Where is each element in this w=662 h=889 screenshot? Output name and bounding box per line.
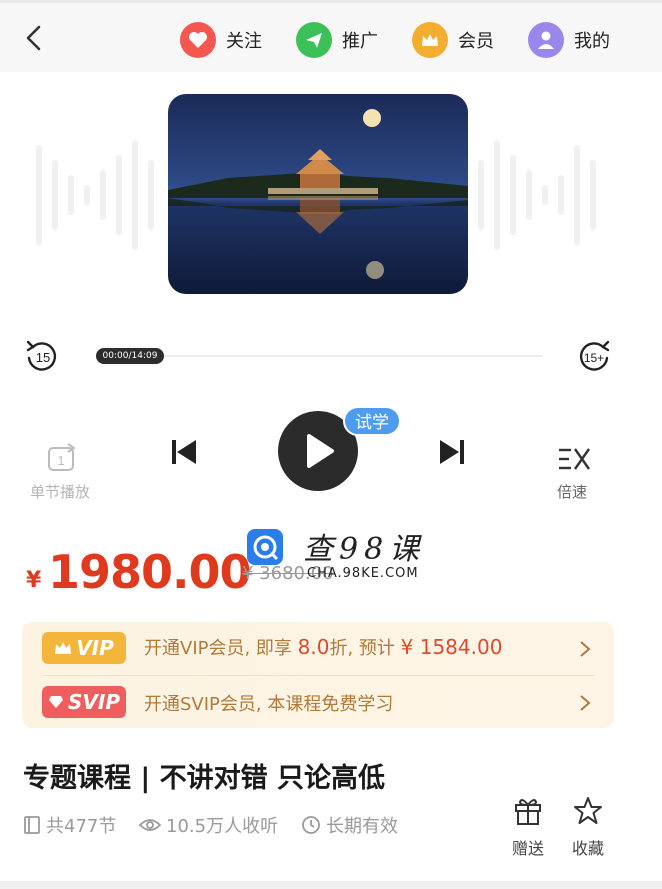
- course-cover-image: [168, 94, 468, 294]
- course-title: 专题课程 | 不讲对错 只论高低: [23, 763, 386, 794]
- vip-promo-box: VIP 开通VIP会员, 即享 8.0折, 预计 ¥ 1584.00 SVIP …: [22, 622, 614, 728]
- forward-15-icon[interactable]: 15+: [576, 338, 612, 374]
- chevron-right-icon[interactable]: [578, 640, 592, 658]
- gift-label[interactable]: 赠送: [512, 835, 544, 859]
- lesson-count: 共477节: [23, 812, 116, 838]
- svip-badge: SVIP: [42, 686, 126, 718]
- price-currency: ¥: [26, 568, 42, 593]
- forward-label: 15+: [584, 351, 604, 365]
- single-play-label: 单节播放: [30, 483, 91, 501]
- sound-wave-left: [36, 140, 154, 250]
- eye-icon: [139, 819, 161, 831]
- speed-label: 倍速: [557, 483, 588, 501]
- lesson-count-text: 共477节: [46, 816, 117, 837]
- watermark-url: CHA.98KE.COM: [307, 566, 419, 581]
- watermark-logo-icon: [247, 529, 283, 565]
- vip-divider: [42, 675, 594, 676]
- rewind-label: 15: [36, 350, 50, 365]
- sound-wave-right: [478, 140, 596, 250]
- svg-text:1: 1: [57, 453, 64, 468]
- nav-promote[interactable]: 推广: [296, 21, 378, 59]
- star-icon[interactable]: [568, 796, 608, 826]
- heart-icon: [180, 22, 216, 58]
- watermark-text: 查98课: [303, 532, 426, 567]
- bottom-divider: [0, 881, 662, 889]
- listener-count-text: 10.5万人收听: [166, 816, 279, 837]
- nav-follow[interactable]: 关注: [180, 21, 262, 59]
- nav-member-label: 会员: [458, 31, 494, 52]
- crown-icon: [412, 22, 448, 58]
- clock-icon: [302, 816, 320, 834]
- svip-badge-label: SVIP: [68, 690, 120, 714]
- vip-discount: 8.0: [297, 635, 330, 659]
- single-play-icon[interactable]: 1: [46, 443, 80, 473]
- vip-offer-row[interactable]: 开通VIP会员, 即享 8.0折, 预计 ¥ 1584.00: [144, 634, 502, 660]
- nav-mine-label: 我的: [574, 31, 610, 52]
- svip-diamond-icon: [49, 696, 63, 708]
- user-icon: [528, 22, 564, 58]
- vip-badge-label: VIP: [76, 636, 114, 660]
- listener-count: 10.5万人收听: [139, 812, 278, 838]
- book-icon: [24, 816, 40, 834]
- nav-member[interactable]: 会员: [412, 21, 494, 59]
- favorite-label[interactable]: 收藏: [572, 835, 604, 859]
- rewind-15-icon[interactable]: 15: [24, 338, 60, 374]
- vip-offer-prefix: 开通VIP会员, 即享: [144, 638, 298, 659]
- validity-text: 长期有效: [326, 816, 398, 837]
- svip-offer-row[interactable]: 开通SVIP会员, 本课程免费学习: [144, 690, 393, 716]
- vip-offer-mid: 折, 预计: [329, 638, 401, 659]
- progress-time-pill[interactable]: 00:00/14:09: [96, 348, 164, 364]
- vip-price: ¥ 1584.00: [400, 635, 503, 659]
- next-track-icon[interactable]: [437, 437, 467, 467]
- top-bar: 关注 推广 会员 我的: [0, 0, 662, 72]
- nav-mine[interactable]: 我的: [528, 21, 610, 59]
- paper-plane-icon: [296, 22, 332, 58]
- vip-badge: VIP: [42, 632, 126, 664]
- validity: 长期有效: [301, 812, 398, 838]
- price-current: 1980.00: [48, 545, 252, 599]
- gift-icon[interactable]: [508, 796, 548, 826]
- chevron-right-icon[interactable]: [578, 694, 592, 712]
- vip-crown-icon: [55, 642, 72, 654]
- previous-track-icon[interactable]: [169, 437, 199, 467]
- speed-icon[interactable]: [557, 446, 591, 472]
- svip-offer-text: 开通SVIP会员, 本课程免费学习: [144, 694, 394, 715]
- nav-follow-label: 关注: [226, 31, 262, 52]
- trial-badge: 试学: [343, 406, 401, 436]
- nav-promote-label: 推广: [342, 31, 378, 52]
- back-arrow-icon[interactable]: [22, 23, 46, 53]
